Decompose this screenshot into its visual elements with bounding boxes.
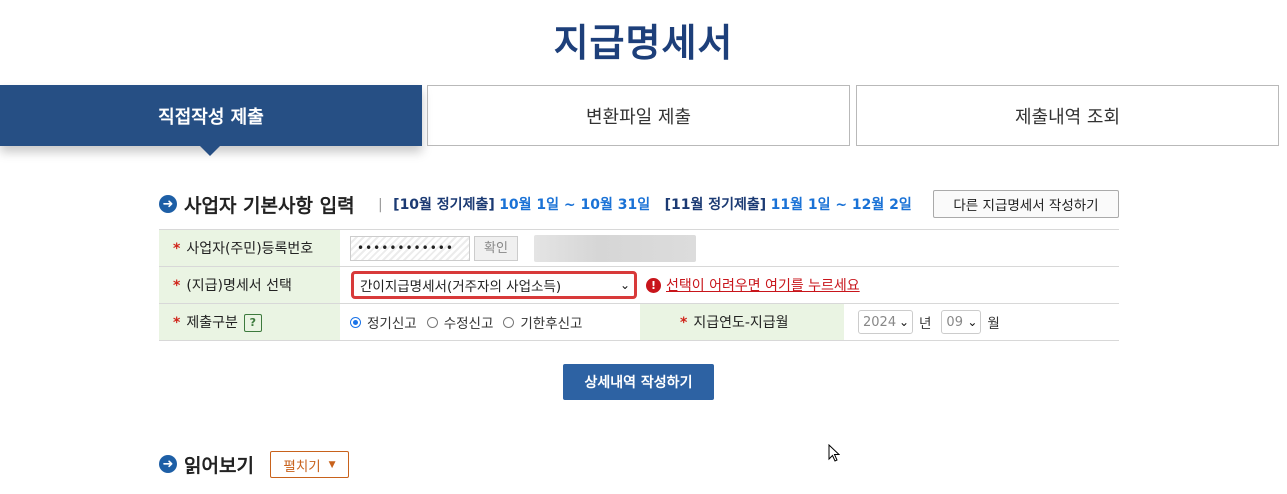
basic-info-form: * 사업자(주민)등록번호 •••••••••••• 확인 * (지급)명세서 선택 … bbox=[159, 229, 1119, 341]
mouse-cursor-icon bbox=[828, 444, 840, 462]
caret-down-icon: ▼ bbox=[328, 459, 336, 470]
statement-type-select[interactable]: 간이지급명세서(거주자의 사업소득) ⌄ bbox=[351, 271, 637, 299]
other-statement-button[interactable]: 다른 지급명세서 작성하기 bbox=[933, 190, 1119, 218]
section-title-read-more: 읽어보기 bbox=[184, 455, 254, 477]
month-select[interactable]: 09 ⌄ bbox=[941, 310, 982, 334]
form-row-statement-select: * (지급)명세서 선택 간이지급명세서(거주자의 사업소득) ⌄! 선택이 어려우면… bbox=[159, 266, 1119, 304]
section-title-basic-info: 사업자 기본사항 입력 bbox=[184, 195, 355, 217]
year-unit: 년 bbox=[919, 316, 932, 332]
row-header: * 제출구분? bbox=[159, 303, 340, 341]
tab-label: 제출내역 조회 bbox=[1014, 106, 1121, 128]
required-mark: * bbox=[173, 241, 181, 257]
required-mark: * bbox=[680, 315, 688, 331]
period2-label: [11월 정기제출] bbox=[664, 197, 767, 213]
tab-file-submit[interactable]: 변환파일 제출 bbox=[427, 85, 850, 146]
radio-button-checked[interactable] bbox=[350, 316, 361, 328]
period-label: 지급연도-지급월 bbox=[693, 315, 789, 331]
chevron-down-icon: ⌄ bbox=[619, 278, 630, 292]
help-icon[interactable]: ? bbox=[243, 314, 262, 332]
tab-label: 변환파일 제출 bbox=[585, 106, 692, 128]
warning-icon: ! bbox=[646, 277, 661, 293]
radio-late[interactable]: 기한후신고 bbox=[503, 312, 582, 332]
submission-period: | [10월 정기제출] 10월 1일 ~ 10월 31일 [11월 정기제출]… bbox=[378, 197, 912, 213]
radio-regular[interactable]: 정기신고 bbox=[350, 312, 417, 332]
arrow-right-circle-icon: ➜ bbox=[159, 195, 177, 213]
required-mark: * bbox=[173, 278, 181, 294]
form-row-submit-type: * 제출구분? 정기신고 수정신고 기한후신고 * 지급연도-지급월 2024 ⌄ 년 09 ⌄… bbox=[159, 303, 1119, 341]
row-header: * 사업자(주민)등록번호 bbox=[159, 229, 340, 267]
arrow-right-circle-icon: ➜ bbox=[159, 455, 177, 473]
tab-label: 직접작성 제출 bbox=[158, 106, 264, 128]
radio-amended[interactable]: 수정신고 bbox=[426, 312, 493, 332]
row-header: * (지급)명세서 선택 bbox=[159, 266, 340, 304]
doc-label: (지급)명세서 선택 bbox=[186, 278, 292, 294]
page-title: 지급명세서 bbox=[553, 21, 734, 65]
radio-button[interactable] bbox=[503, 316, 515, 328]
active-tab-pointer bbox=[200, 146, 220, 156]
form-row-registration: * 사업자(주민)등록번호 •••••••••••• 확인 bbox=[159, 229, 1119, 267]
tab-submission-history[interactable]: 제출내역 조회 bbox=[856, 85, 1279, 146]
confirm-button[interactable]: 확인 bbox=[474, 235, 518, 261]
chevron-down-icon: ⌄ bbox=[898, 315, 909, 329]
masked-name-field bbox=[534, 234, 696, 262]
write-details-button[interactable]: 상세내역 작성하기 bbox=[563, 364, 714, 400]
registration-number-input[interactable]: •••••••••••• bbox=[350, 235, 470, 261]
period1-label: [10월 정기제출] bbox=[393, 197, 495, 213]
chevron-down-icon: ⌄ bbox=[967, 315, 978, 329]
tab-direct-submit[interactable]: 직접작성 제출 bbox=[0, 85, 422, 156]
type-label: 제출구분 bbox=[186, 315, 238, 331]
month-unit: 월 bbox=[987, 316, 1000, 332]
statement-type-value: 간이지급명세서(거주자의 사업소득) bbox=[360, 279, 562, 295]
expand-button[interactable]: 펼치기 ▼ bbox=[270, 451, 349, 478]
selection-help-link[interactable]: 선택이 어려우면 여기를 누르세요 bbox=[666, 278, 860, 294]
row-header: * 지급연도-지급월 bbox=[640, 303, 844, 341]
reg-label: 사업자(주민)등록번호 bbox=[186, 241, 314, 257]
required-mark: * bbox=[173, 315, 181, 331]
period1-dates: 10월 1일 ~ 10월 31일 bbox=[499, 197, 651, 213]
year-select[interactable]: 2024 ⌄ bbox=[858, 310, 913, 334]
period2-dates: 11월 1일 ~ 12월 2일 bbox=[770, 197, 912, 213]
radio-button[interactable] bbox=[426, 316, 438, 328]
